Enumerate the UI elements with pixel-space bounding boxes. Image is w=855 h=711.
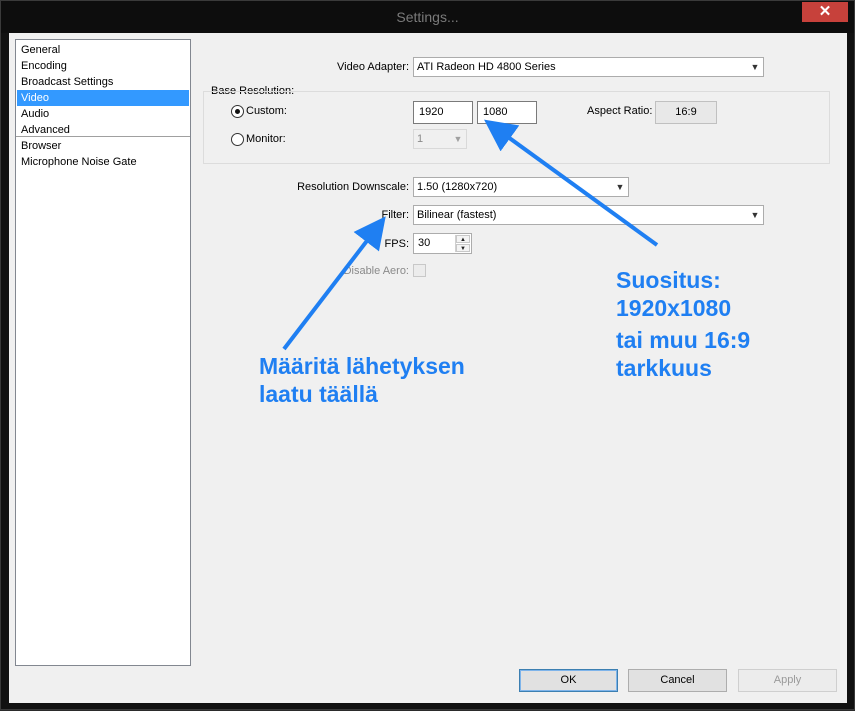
fps-spin-buttons: ▲ ▼	[455, 235, 470, 252]
filter-label: Filter:	[381, 209, 410, 221]
annotation-right-line3: tai muu 16:9	[616, 327, 751, 353]
settings-category-list: General Encoding Broadcast Settings Vide…	[15, 39, 191, 666]
fps-label: FPS:	[384, 238, 409, 250]
chevron-down-icon: ▼	[615, 182, 625, 192]
close-icon: ✕	[818, 3, 832, 20]
spin-up-icon[interactable]: ▲	[456, 235, 470, 243]
resolution-downscale-value: 1.50 (1280x720)	[417, 181, 498, 193]
fps-value: 30	[418, 237, 431, 249]
chevron-down-icon: ▼	[453, 134, 463, 144]
annotation-left-line1: Määritä lähetyksen	[259, 353, 465, 379]
sidebar-item-general[interactable]: General	[17, 42, 189, 58]
sidebar-item-broadcast-settings[interactable]: Broadcast Settings	[17, 74, 189, 90]
sidebar-item-encoding[interactable]: Encoding	[17, 58, 189, 74]
fps-spinner[interactable]: 30 ▲ ▼	[413, 233, 472, 254]
close-button[interactable]: ✕	[802, 2, 848, 22]
filter-select[interactable]: Bilinear (fastest) ▼	[413, 205, 764, 225]
custom-resolution-radio[interactable]	[231, 105, 244, 118]
video-adapter-value: ATI Radeon HD 4800 Series	[417, 61, 556, 73]
settings-window: Settings... ✕ General Encoding Broadcast…	[0, 0, 855, 710]
cancel-button[interactable]: Cancel	[628, 669, 727, 692]
resolution-downscale-label: Resolution Downscale:	[297, 181, 409, 193]
aspect-ratio-label: Aspect Ratio:	[587, 105, 653, 117]
sidebar-item-audio[interactable]: Audio	[17, 106, 189, 122]
annotation-left-line2: laatu täällä	[259, 381, 378, 407]
custom-resolution-label: Custom:	[246, 105, 287, 117]
filter-value: Bilinear (fastest)	[417, 209, 497, 221]
window-title: Settings...	[396, 9, 459, 25]
video-adapter-select[interactable]: ATI Radeon HD 4800 Series ▼	[413, 57, 764, 77]
chevron-down-icon: ▼	[750, 62, 760, 72]
annotation-right-line4: tarkkuus	[616, 355, 712, 381]
sidebar-item-browser[interactable]: Browser	[17, 138, 189, 154]
monitor-resolution-radio[interactable]	[231, 133, 244, 146]
monitor-resolution-label: Monitor:	[246, 133, 286, 145]
spin-down-icon[interactable]: ▼	[456, 244, 470, 252]
annotation-right-line1: Suositus:	[616, 267, 721, 293]
disable-aero-label: Disable Aero:	[343, 265, 409, 277]
aspect-ratio-value: 16:9	[655, 101, 717, 124]
chevron-down-icon: ▼	[750, 210, 760, 220]
monitor-select[interactable]: 1 ▼	[413, 129, 467, 149]
title-bar[interactable]: Settings... ✕	[1, 1, 854, 33]
radio-selected-dot	[235, 109, 240, 114]
disable-aero-checkbox[interactable]	[413, 264, 426, 277]
sidebar-item-video[interactable]: Video	[17, 90, 189, 106]
sidebar-divider	[16, 136, 190, 137]
resolution-height-input[interactable]: 1080	[477, 101, 537, 124]
video-adapter-label: Video Adapter:	[337, 61, 409, 73]
sidebar-item-microphone-noise-gate[interactable]: Microphone Noise Gate	[17, 154, 189, 170]
monitor-value: 1	[417, 133, 424, 145]
resolution-width-input[interactable]: 1920	[413, 101, 473, 124]
ok-button[interactable]: OK	[519, 669, 618, 692]
apply-button[interactable]: Apply	[738, 669, 837, 692]
resolution-downscale-select[interactable]: 1.50 (1280x720) ▼	[413, 177, 629, 197]
annotation-right-line2: 1920x1080	[616, 295, 732, 321]
